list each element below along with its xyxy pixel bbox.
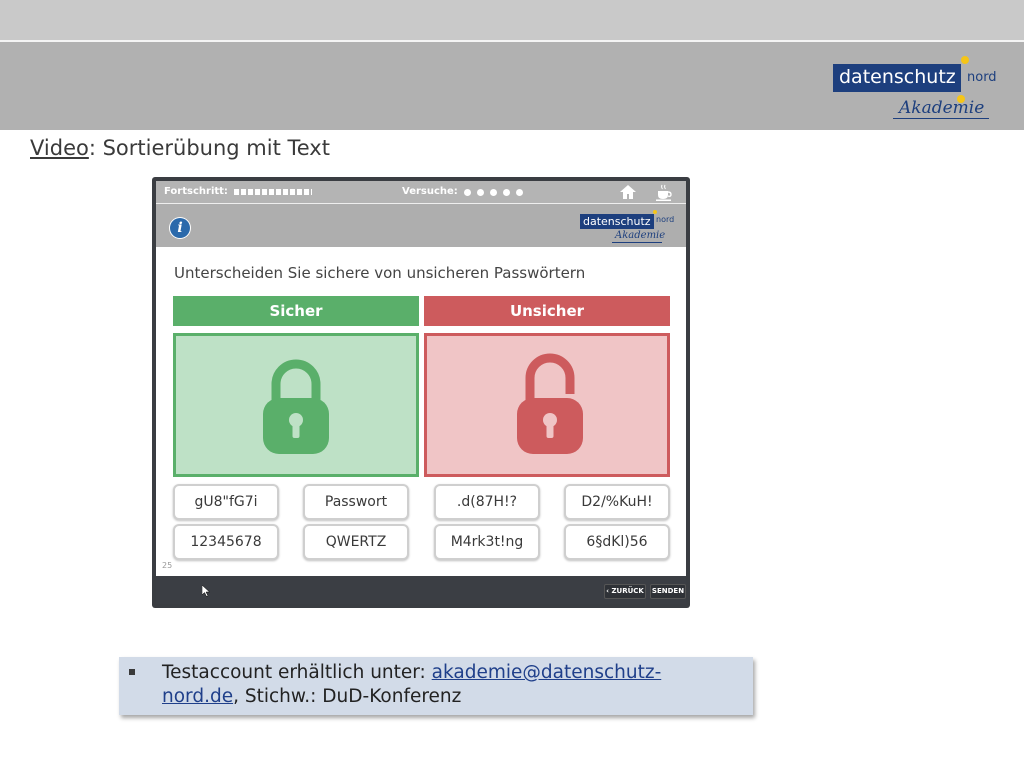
note-text-after: , Stichw.: DuD-Konferenz <box>233 686 462 707</box>
password-chip[interactable]: QWERTZ <box>303 524 409 560</box>
attempts-label: Versuche: <box>402 186 458 197</box>
exercise-bottom-bar: ‹ ZURÜCK SENDEN <box>156 576 686 604</box>
drop-zone-sicher[interactable] <box>173 333 419 477</box>
category-label-sicher: Sicher <box>269 302 323 320</box>
home-icon[interactable] <box>618 183 638 201</box>
exercise-logo-suffix-text: nord <box>656 215 675 224</box>
slide-title-rest: : Sortierübung mit Text <box>88 136 330 160</box>
slide-top-strip <box>0 0 1024 40</box>
exercise-body: Unterscheiden Sie sichere von unsicheren… <box>156 247 686 576</box>
logo-underline <box>893 118 989 119</box>
page-number: 25 <box>162 561 173 570</box>
progress-indicator <box>234 189 312 195</box>
attempt-dot <box>516 189 523 196</box>
logo-brand-text: datenschutz <box>839 66 956 88</box>
email-link-part1: akademie@datenschutz- <box>431 662 662 683</box>
attempt-dot <box>477 189 484 196</box>
slide-title: Video: Sortierübung mit Text <box>30 136 330 160</box>
exercise-logo-brand-box: datenschutz <box>580 214 654 229</box>
slide-title-keyword: Video <box>30 136 89 160</box>
company-logo: datenschutz nord Akademie <box>833 56 1013 126</box>
password-chip[interactable]: D2/%KuH! <box>564 484 670 520</box>
video-frame[interactable]: Fortschritt: Versuche: i datenschutz nor… <box>152 177 690 608</box>
password-chip[interactable]: .d(87H!? <box>434 484 540 520</box>
attempts-indicator <box>464 188 534 198</box>
lock-open-icon <box>515 348 585 456</box>
password-chip[interactable]: 12345678 <box>173 524 279 560</box>
password-chip[interactable]: 6§dKl)56 <box>564 524 670 560</box>
attempt-dot <box>503 189 510 196</box>
attempt-dot <box>490 189 497 196</box>
password-chip[interactable]: gU8"fG7i <box>173 484 279 520</box>
progress-fill <box>234 189 312 195</box>
send-button[interactable]: SENDEN <box>650 584 686 599</box>
category-header-unsicher: Unsicher <box>424 296 670 326</box>
lock-closed-icon <box>261 356 331 456</box>
back-button[interactable]: ‹ ZURÜCK <box>604 584 646 599</box>
logo-brand-box: datenschutz <box>833 64 961 92</box>
exercise-logo-subline-text: Akademie <box>615 230 666 241</box>
exercise-top-bar: Fortschritt: Versuche: <box>156 181 686 203</box>
progress-label: Fortschritt: <box>164 186 228 197</box>
password-chip[interactable]: Passwort <box>303 484 409 520</box>
exercise-logo-underline <box>612 242 662 243</box>
logo-suffix-text: nord <box>967 70 997 85</box>
logo-dot-top <box>961 56 969 64</box>
password-chip[interactable]: M4rk3t!ng <box>434 524 540 560</box>
coffee-icon[interactable] <box>654 182 674 202</box>
category-header-sicher: Sicher <box>173 296 419 326</box>
exercise-question: Unterscheiden Sie sichere von unsicheren… <box>174 264 586 282</box>
info-icon[interactable]: i <box>170 218 190 238</box>
note-text-before: Testaccount erhältlich unter: <box>162 662 432 683</box>
bullet-icon <box>129 669 135 675</box>
exercise-header: i datenschutz nord Akademie <box>156 204 686 247</box>
attempt-dot <box>464 189 471 196</box>
slide-header-band: datenschutz nord Akademie <box>0 42 1024 130</box>
info-note-box: Testaccount erhältlich unter: akademie@d… <box>119 657 753 715</box>
email-link-part2: nord.de <box>162 686 234 707</box>
exercise-logo-dot-top <box>653 210 657 214</box>
logo-subline-text: Akademie <box>899 98 985 118</box>
exercise-logo: datenschutz nord Akademie <box>580 209 684 245</box>
note-text: Testaccount erhältlich unter: akademie@d… <box>162 661 742 709</box>
drop-zone-unsicher[interactable] <box>424 333 670 477</box>
category-label-unsicher: Unsicher <box>509 302 585 320</box>
exercise-logo-brand-text: datenschutz <box>583 215 651 228</box>
mouse-cursor-icon <box>201 582 211 597</box>
